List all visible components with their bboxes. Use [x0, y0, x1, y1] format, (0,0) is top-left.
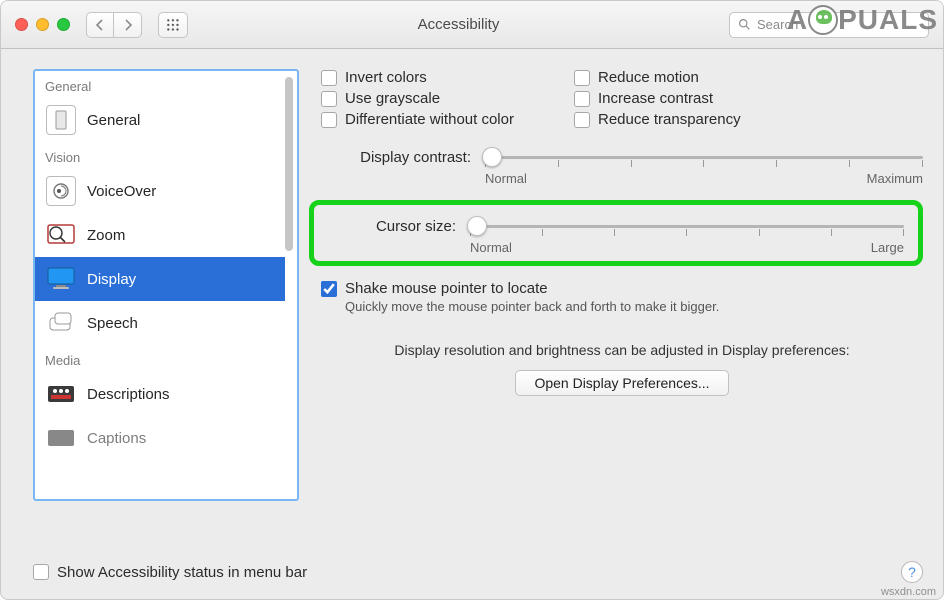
cursor-size-slider[interactable] [470, 215, 904, 237]
help-button[interactable]: ? [901, 561, 923, 583]
sidebar-item-label: VoiceOver [87, 183, 156, 200]
slider-max-label: Maximum [867, 171, 923, 186]
checkbox-use-grayscale[interactable]: Use grayscale [321, 90, 514, 107]
general-icon [46, 105, 76, 135]
checkbox-differentiate-without-color[interactable]: Differentiate without color [321, 111, 514, 128]
window-title: Accessibility [198, 16, 719, 33]
sidebar-section-media: Media [35, 345, 285, 372]
zoom-icon [45, 219, 77, 251]
sidebar-item-general[interactable]: General [35, 98, 285, 142]
checkbox-reduce-transparency[interactable]: Reduce transparency [574, 111, 741, 128]
voiceover-icon [46, 176, 76, 206]
sidebar-section-general: General [35, 71, 285, 98]
sidebar-section-vision: Vision [35, 142, 285, 169]
checkbox-invert-colors[interactable]: Invert colors [321, 69, 514, 86]
slider-thumb[interactable] [482, 147, 502, 167]
slider-min-label: Normal [485, 171, 527, 186]
speech-icon [45, 307, 77, 339]
sidebar-item-label: Display [87, 271, 136, 288]
descriptions-icon [45, 378, 77, 410]
checkbox-label: Differentiate without color [345, 111, 514, 128]
sidebar-item-label: Speech [87, 315, 138, 332]
forward-button[interactable] [114, 12, 142, 38]
resolution-note: Display resolution and brightness can be… [321, 342, 923, 358]
slider-max-label: Large [871, 240, 904, 255]
slider-thumb[interactable] [467, 216, 487, 236]
main-panel: Invert colors Use grayscale Differentiat… [321, 69, 923, 529]
window-controls [15, 18, 70, 31]
appuals-logo-icon [808, 5, 838, 35]
grid-icon [166, 18, 180, 32]
checkbox-label: Reduce motion [598, 69, 699, 86]
shake-hint: Quickly move the mouse pointer back and … [345, 299, 923, 314]
sidebar-scrollbar[interactable] [285, 77, 293, 251]
sidebar-item-speech[interactable]: Speech [35, 301, 285, 345]
chevron-left-icon [95, 19, 105, 31]
captions-icon [45, 422, 77, 454]
footer: Show Accessibility status in menu bar ? [33, 561, 923, 583]
checkbox-shake-to-locate[interactable]: Shake mouse pointer to locate [321, 280, 923, 297]
checkbox-label: Show Accessibility status in menu bar [57, 564, 307, 581]
sidebar-item-label: General [87, 112, 140, 129]
checkbox-increase-contrast[interactable]: Increase contrast [574, 90, 741, 107]
nav-buttons [86, 12, 142, 38]
open-display-preferences-button[interactable]: Open Display Preferences... [515, 370, 728, 396]
source-caption: wsxdn.com [881, 586, 936, 598]
sidebar-item-captions[interactable]: Captions [35, 416, 285, 460]
sidebar-item-voiceover[interactable]: VoiceOver [35, 169, 285, 213]
sidebar-item-zoom[interactable]: Zoom [35, 213, 285, 257]
sidebar-item-display[interactable]: Display [35, 257, 285, 301]
sidebar-item-label: Descriptions [87, 386, 170, 403]
minimize-window-button[interactable] [36, 18, 49, 31]
preferences-window: Accessibility Search General General Vis… [0, 0, 944, 600]
display-icon [45, 263, 77, 295]
sidebar: General General Vision VoiceOver Zoom [33, 69, 299, 501]
slider-min-label: Normal [470, 240, 512, 255]
back-button[interactable] [86, 12, 114, 38]
sidebar-item-label: Zoom [87, 227, 125, 244]
checkbox-reduce-motion[interactable]: Reduce motion [574, 69, 741, 86]
display-contrast-slider[interactable] [485, 146, 923, 168]
checkbox-label: Reduce transparency [598, 111, 741, 128]
zoom-window-button[interactable] [57, 18, 70, 31]
checkbox-label: Shake mouse pointer to locate [345, 280, 548, 297]
cursor-size-highlight: Cursor size: Normal Large [309, 200, 923, 266]
checkbox-label: Invert colors [345, 69, 427, 86]
checkbox-show-status-menubar[interactable]: Show Accessibility status in menu bar [33, 564, 307, 581]
search-icon [738, 18, 751, 31]
watermark-logo: A PUALS [787, 4, 938, 36]
show-all-button[interactable] [158, 12, 188, 38]
checkbox-label: Use grayscale [345, 90, 440, 107]
sidebar-item-label: Captions [87, 430, 146, 447]
close-window-button[interactable] [15, 18, 28, 31]
cursor-size-label: Cursor size: [328, 218, 456, 235]
sidebar-item-descriptions[interactable]: Descriptions [35, 372, 285, 416]
display-contrast-label: Display contrast: [321, 149, 471, 166]
chevron-right-icon [123, 19, 133, 31]
checkbox-label: Increase contrast [598, 90, 713, 107]
